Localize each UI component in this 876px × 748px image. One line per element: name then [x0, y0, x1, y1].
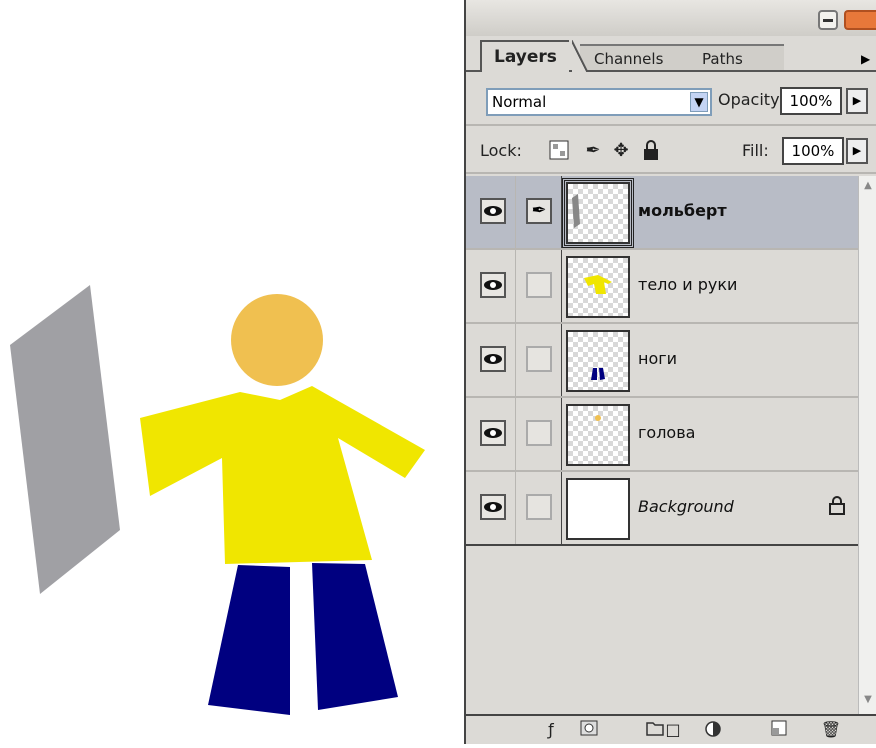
- panel-footer: ƒ □ 🗑: [466, 714, 876, 744]
- link-box[interactable]: [526, 272, 552, 298]
- layer-style-icon[interactable]: ƒ: [540, 720, 562, 740]
- layer-thumbnail[interactable]: [566, 478, 630, 540]
- scroll-up-icon[interactable]: ▲: [861, 180, 875, 196]
- tab-layers[interactable]: Layers: [480, 40, 569, 72]
- rectangle-icon[interactable]: □: [662, 720, 684, 740]
- right-leg-shape: [312, 563, 398, 710]
- layer-row[interactable]: ✒ мольберт: [466, 176, 858, 250]
- scroll-down-icon[interactable]: ▼: [861, 694, 875, 710]
- link-box[interactable]: [526, 494, 552, 520]
- panel-titlebar[interactable]: [466, 0, 876, 36]
- easel-shape: [10, 285, 120, 594]
- eye-icon[interactable]: [480, 346, 506, 372]
- divider: [466, 124, 876, 126]
- link-cell: [518, 472, 562, 544]
- eye-icon[interactable]: [480, 272, 506, 298]
- layer-thumbnail[interactable]: [566, 330, 630, 392]
- legs-thumbnail: [591, 368, 605, 380]
- layer-name[interactable]: голова: [638, 423, 695, 442]
- visibility-cell: [472, 324, 516, 396]
- eye-icon[interactable]: [480, 198, 506, 224]
- layer-name[interactable]: Background: [638, 497, 734, 516]
- document-canvas[interactable]: [0, 0, 464, 744]
- layer-row[interactable]: ноги: [466, 324, 858, 398]
- visibility-cell: [472, 176, 516, 248]
- body-thumbnail: [584, 275, 612, 294]
- chevron-down-icon[interactable]: ▼: [690, 92, 708, 112]
- new-layer-icon[interactable]: [768, 720, 790, 740]
- fill-input[interactable]: 100%: [782, 137, 844, 165]
- blend-mode-value: Normal: [492, 93, 547, 111]
- layer-scrollbar[interactable]: ▲ ▼: [858, 176, 876, 714]
- opacity-input[interactable]: 100%: [780, 87, 842, 115]
- brush-icon[interactable]: ✒: [526, 198, 552, 224]
- artwork: [10, 285, 425, 715]
- trash-icon[interactable]: 🗑: [820, 720, 842, 740]
- lock-all-icon[interactable]: [640, 140, 662, 162]
- head-thumbnail: [595, 415, 601, 421]
- layer-name[interactable]: мольберт: [638, 201, 727, 220]
- lock-move-icon[interactable]: ✥: [610, 140, 632, 162]
- link-cell: [518, 324, 562, 396]
- panel-menu-icon[interactable]: ▶: [861, 52, 870, 66]
- eye-icon[interactable]: [480, 494, 506, 520]
- tab-edge: [572, 40, 588, 72]
- head-shape: [231, 294, 323, 386]
- link-cell: ✒: [518, 176, 562, 248]
- layer-name[interactable]: ноги: [638, 349, 677, 368]
- link-cell: [518, 250, 562, 322]
- opacity-label: Opacity:: [718, 90, 784, 109]
- link-box[interactable]: [526, 420, 552, 446]
- lock-paint-icon[interactable]: ✒: [582, 140, 604, 162]
- layer-thumbnail[interactable]: [566, 404, 630, 466]
- lock-icon: [828, 496, 846, 521]
- layer-row[interactable]: голова: [466, 398, 858, 472]
- layer-list: ✒ мольберт тело и руки ноги голова Backg…: [466, 176, 858, 714]
- lock-transparent-icon[interactable]: [548, 140, 570, 162]
- layers-panel: Paths Channels Layers ▶ Normal ▼ Opacity…: [464, 0, 876, 744]
- lock-label: Lock:: [480, 141, 522, 160]
- layer-thumbnail[interactable]: [566, 256, 630, 318]
- adjustment-layer-icon[interactable]: [702, 720, 724, 740]
- fill-label: Fill:: [742, 141, 769, 160]
- minimize-button[interactable]: [818, 10, 838, 30]
- panel-tabs: Paths Channels Layers: [480, 36, 876, 72]
- close-button[interactable]: [844, 10, 876, 30]
- body-shape: [140, 386, 425, 564]
- easel-thumbnail: [572, 194, 580, 228]
- blend-mode-select[interactable]: Normal ▼: [486, 88, 712, 116]
- visibility-cell: [472, 472, 516, 544]
- fill-slider-button[interactable]: ▶: [846, 138, 868, 164]
- layer-row[interactable]: тело и руки: [466, 250, 858, 324]
- layer-row[interactable]: Background: [466, 472, 858, 546]
- eye-icon[interactable]: [480, 420, 506, 446]
- layer-name[interactable]: тело и руки: [638, 275, 737, 294]
- opacity-slider-button[interactable]: ▶: [846, 88, 868, 114]
- tab-paths[interactable]: Paths: [688, 44, 784, 70]
- layer-mask-icon[interactable]: [578, 720, 600, 740]
- link-cell: [518, 398, 562, 470]
- divider: [466, 172, 876, 174]
- visibility-cell: [472, 398, 516, 470]
- visibility-cell: [472, 250, 516, 322]
- link-box[interactable]: [526, 346, 552, 372]
- tab-channels[interactable]: Channels: [580, 44, 688, 70]
- layer-thumbnail[interactable]: [562, 178, 634, 248]
- left-leg-shape: [208, 565, 290, 715]
